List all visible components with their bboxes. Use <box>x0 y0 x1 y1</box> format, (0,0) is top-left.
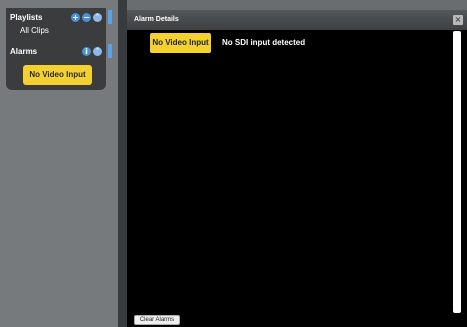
clear-alarms-button[interactable]: Clear Alarms <box>134 315 180 325</box>
playlists-resize-handle[interactable] <box>108 10 112 24</box>
playlists-header[interactable]: Playlists + − ˄ <box>6 10 112 24</box>
alarms-resize-handle[interactable] <box>108 44 112 58</box>
chevron-up-circle-icon[interactable]: ˄ <box>93 12 102 22</box>
left-column: Playlists + − ˄ All Clips Alarms i ˄ No … <box>0 0 118 327</box>
close-icon[interactable]: × <box>453 15 463 25</box>
chevron-up-circle-icon[interactable]: ˄ <box>93 46 102 56</box>
alarms-header[interactable]: Alarms i ˄ <box>6 44 112 58</box>
plus-circle-icon[interactable]: + <box>71 12 80 22</box>
sidebar-item-all-clips[interactable]: All Clips <box>6 24 106 38</box>
scrollbar[interactable] <box>453 31 461 313</box>
dialog-titlebar[interactable]: Alarm Details × <box>127 10 467 30</box>
alarm-list: No Video Input No SDI input detected Cle… <box>127 30 467 327</box>
panel-divider[interactable] <box>118 0 127 327</box>
sidebar-panel: Playlists + − ˄ All Clips Alarms i ˄ No … <box>6 8 112 90</box>
alarms-label: Alarms <box>10 46 38 56</box>
minus-circle-icon[interactable]: − <box>82 12 91 22</box>
dialog-title: Alarm Details <box>134 16 179 23</box>
info-circle-icon[interactable]: i <box>82 46 91 56</box>
alarm-badge: No Video Input <box>150 33 211 53</box>
playlists-label: Playlists <box>10 12 43 22</box>
alarm-description: No SDI input detected <box>222 38 306 47</box>
alarm-details-dialog: Alarm Details × No Video Input No SDI in… <box>127 10 467 327</box>
sidebar-alarm-item[interactable]: No Video Input <box>23 65 92 85</box>
